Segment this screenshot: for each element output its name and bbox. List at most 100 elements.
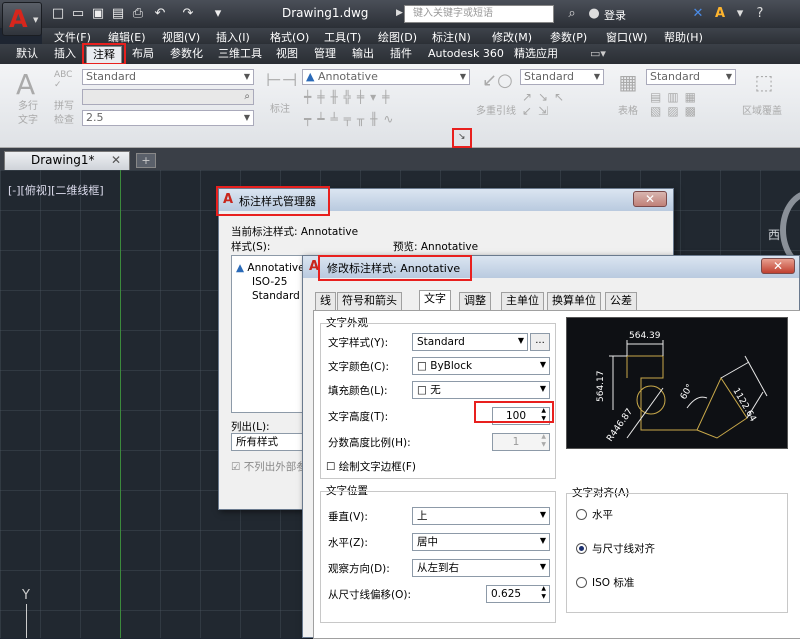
- tab-text[interactable]: 文字: [419, 290, 451, 310]
- exchange-icon[interactable]: ✕: [690, 6, 706, 21]
- binoculars-icon[interactable]: ⌕: [564, 6, 580, 21]
- align-horizontal-label[interactable]: 水平: [592, 507, 613, 522]
- menu-tools[interactable]: 工具(T): [324, 29, 361, 45]
- document-tab[interactable]: Drawing1* ✕: [4, 151, 130, 170]
- print-icon[interactable]: ⎙: [130, 6, 146, 21]
- autodesk-icon[interactable]: A: [712, 6, 728, 21]
- tab-insert[interactable]: 插入: [48, 46, 82, 64]
- menu-modify[interactable]: 修改(M): [492, 29, 532, 45]
- close-button[interactable]: ✕: [633, 191, 667, 207]
- new-tab-icon[interactable]: +: [136, 153, 156, 168]
- undo-icon[interactable]: ↶: [152, 6, 168, 21]
- multiline-text-label[interactable]: 多行 文字: [18, 100, 38, 128]
- tab-tolerances[interactable]: 公差: [605, 292, 637, 310]
- align-dimline-radio[interactable]: [576, 543, 587, 554]
- dim-style-combo[interactable]: ▲ Annotative ▼: [302, 69, 470, 85]
- dim-tools-row-2[interactable]: ┯┷╧╤╥╫∿: [304, 112, 399, 126]
- tab-alt-units[interactable]: 换算单位: [547, 292, 601, 310]
- menu-draw[interactable]: 绘图(D): [378, 29, 417, 45]
- menu-params[interactable]: 参数(P): [550, 29, 587, 45]
- saveas-icon[interactable]: ▤: [110, 6, 126, 21]
- application-button[interactable]: A ▼: [2, 2, 42, 36]
- text-height-combo[interactable]: 2.5 ▼: [82, 110, 254, 126]
- no-xref-checkbox[interactable]: ☑ 不列出外部参: [231, 459, 307, 474]
- table-tools[interactable]: ▤▥▦ ▧▨▩: [650, 90, 702, 118]
- tab-default[interactable]: 默认: [10, 46, 44, 64]
- open-icon[interactable]: ▭: [70, 6, 86, 21]
- menu-format[interactable]: 格式(O): [270, 29, 309, 45]
- wipeout-icon[interactable]: ⬚: [750, 70, 778, 94]
- workspace-icon[interactable]: ▾: [210, 6, 226, 21]
- align-iso-radio[interactable]: [576, 577, 587, 588]
- fill-color-select[interactable]: □ 无 ▼: [412, 381, 550, 399]
- help-icon[interactable]: ?: [752, 6, 768, 21]
- viewport-label[interactable]: [-][俯视][二维线框]: [8, 182, 104, 198]
- viewcube-west[interactable]: 西: [768, 226, 780, 243]
- fraction-scale-input[interactable]: 1 ▲ ▼: [492, 433, 550, 451]
- tab-plugins[interactable]: 插件: [384, 46, 418, 64]
- ribbon-options-icon[interactable]: ▭▾: [584, 46, 612, 64]
- text-color-select[interactable]: □ ByBlock ▼: [412, 357, 550, 375]
- login-link[interactable]: 登录: [604, 7, 626, 23]
- horizontal-select[interactable]: 居中 ▼: [412, 533, 550, 551]
- text-style-select[interactable]: Standard ▼: [412, 333, 528, 351]
- menu-window[interactable]: 窗口(W): [606, 29, 647, 45]
- tab-3d-tools[interactable]: 三维工具: [212, 46, 268, 64]
- tab-fit[interactable]: 调整: [459, 292, 491, 310]
- styles-list[interactable]: ▲ Annotative ISO-25 Standard: [231, 255, 311, 413]
- spinner-icon[interactable]: ▲ ▼: [541, 433, 546, 449]
- table-label[interactable]: 表格: [618, 102, 638, 117]
- save-icon[interactable]: ▣: [90, 6, 106, 21]
- wipeout-label[interactable]: 区域覆盖: [742, 102, 782, 117]
- menu-dimension[interactable]: 标注(N): [432, 29, 471, 45]
- spell-check-icon[interactable]: ABC ✓: [54, 70, 72, 90]
- multiline-text-icon[interactable]: A: [16, 68, 35, 101]
- draw-frame-checkbox[interactable]: ☐ 绘制文字边框(F): [326, 459, 416, 474]
- list-item[interactable]: Standard: [252, 290, 300, 302]
- tab-lines[interactable]: 线: [315, 292, 336, 310]
- list-item[interactable]: ▲ Annotative: [236, 262, 305, 274]
- multileader-icon[interactable]: ↙○: [482, 70, 513, 91]
- table-icon[interactable]: ▦: [614, 70, 642, 94]
- leader-tools[interactable]: ↗↘↖ ↙⇲: [522, 90, 570, 118]
- dimension-label[interactable]: 标注: [270, 100, 290, 115]
- dim-tools-row-1[interactable]: ┿╪╫╬╪▾╪: [304, 90, 395, 104]
- align-iso-label[interactable]: ISO 标准: [592, 575, 634, 590]
- text-style-combo[interactable]: Standard ▼: [82, 69, 254, 85]
- search-expand-icon[interactable]: ▶: [396, 8, 403, 18]
- menu-view[interactable]: 视图(V): [162, 29, 200, 45]
- close-tab-icon[interactable]: ✕: [111, 152, 121, 169]
- align-horizontal-radio[interactable]: [576, 509, 587, 520]
- tab-autodesk360[interactable]: Autodesk 360: [422, 46, 510, 64]
- list-filter-combo[interactable]: 所有样式: [231, 433, 311, 451]
- spell-check-label[interactable]: 拼写 检查: [54, 100, 74, 128]
- redo-icon[interactable]: ↷: [180, 6, 196, 21]
- tab-view[interactable]: 视图: [270, 46, 304, 64]
- offset-input[interactable]: 0.625 ▲ ▼: [486, 585, 550, 603]
- text-style-browse-button[interactable]: ...: [530, 333, 550, 351]
- close-button[interactable]: ✕: [761, 258, 795, 274]
- find-text-input[interactable]: ⌕: [82, 89, 254, 105]
- tab-symbols[interactable]: 符号和箭头: [337, 292, 402, 310]
- tab-parametric[interactable]: 参数化: [164, 46, 209, 64]
- tab-manage[interactable]: 管理: [308, 46, 342, 64]
- leader-style-combo[interactable]: Standard ▼: [520, 69, 604, 85]
- align-dimline-label[interactable]: 与尺寸线对齐: [592, 541, 655, 556]
- vertical-select[interactable]: 上 ▼: [412, 507, 550, 525]
- help-dropdown-icon[interactable]: ▾: [732, 6, 748, 21]
- tab-featured-apps[interactable]: 精选应用: [508, 46, 564, 64]
- new-icon[interactable]: □: [50, 6, 66, 21]
- menu-insert[interactable]: 插入(I): [216, 29, 250, 45]
- spinner-icon[interactable]: ▲ ▼: [541, 585, 546, 601]
- tab-layout[interactable]: 布局: [126, 46, 160, 64]
- tab-output[interactable]: 输出: [346, 46, 380, 64]
- table-style-combo[interactable]: Standard ▼: [646, 69, 736, 85]
- tab-primary-units[interactable]: 主单位: [501, 292, 544, 310]
- search-input[interactable]: 键入关键字或短语: [404, 5, 554, 23]
- multileader-label[interactable]: 多重引线: [476, 102, 516, 117]
- menu-help[interactable]: 帮助(H): [664, 29, 703, 45]
- view-direction-select[interactable]: 从左到右 ▼: [412, 559, 550, 577]
- user-icon[interactable]: ●: [586, 6, 602, 21]
- linear-dimension-icon[interactable]: ⊢⊣: [266, 70, 297, 91]
- list-item[interactable]: ISO-25: [252, 276, 287, 288]
